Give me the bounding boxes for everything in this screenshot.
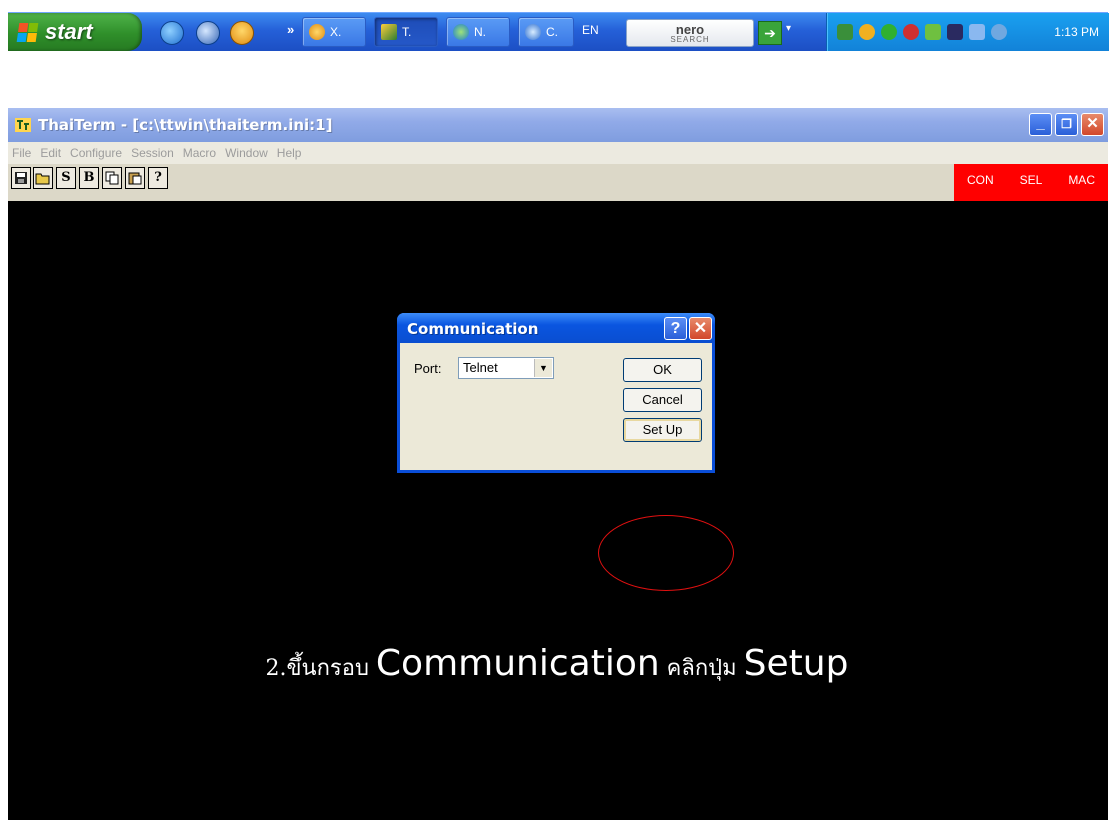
save-button[interactable] (11, 167, 31, 189)
status-mac: MAC (1068, 172, 1095, 187)
paw-icon[interactable] (230, 21, 254, 45)
port-label: Port: (414, 361, 442, 376)
status-sel: SEL (1019, 172, 1043, 187)
dialog-close-button[interactable]: ✕ (689, 317, 712, 340)
network-icon[interactable] (837, 24, 853, 40)
port-value: Telnet (463, 360, 498, 375)
clock: 1:13 PM (1054, 25, 1099, 39)
window-title: ThaiTerm - [c:\ttwin\thaiterm.ini:1] (38, 116, 333, 134)
close-button[interactable]: ✕ (1081, 113, 1104, 136)
menu-file[interactable]: File (12, 146, 31, 160)
menu-macro[interactable]: Macro (183, 146, 216, 160)
session-b-button[interactable]: B (79, 167, 99, 189)
browser-icon[interactable] (196, 21, 220, 45)
communication-dialog: Communication ? ✕ Port: Telnet ▼ OK Canc… (397, 313, 715, 473)
dialog-title: Communication (407, 320, 539, 338)
dialog-help-button[interactable]: ? (664, 317, 687, 340)
task-label: T. (402, 25, 412, 39)
search-go-button[interactable]: ➔ (758, 21, 782, 45)
nero-label: nero (675, 21, 705, 37)
chevron-down-icon[interactable]: ▼ (534, 359, 552, 377)
nero-search-box[interactable]: nero SEARCH (626, 19, 754, 47)
antivirus-icon[interactable] (903, 24, 919, 40)
thaiterm-icon (14, 116, 32, 134)
display-icon[interactable] (969, 24, 985, 40)
menu-help[interactable]: Help (277, 146, 302, 160)
task-button-n[interactable]: N. (446, 17, 510, 47)
open-folder-button[interactable] (33, 167, 53, 189)
caption-communication: Communication (375, 643, 660, 684)
system-tray: 1:13 PM (826, 13, 1109, 51)
task-label: X. (330, 25, 342, 39)
menu-configure[interactable]: Configure (70, 146, 122, 160)
paw-icon (309, 24, 325, 40)
menu-edit[interactable]: Edit (40, 146, 61, 160)
volume-icon[interactable] (947, 24, 963, 40)
task-button-x[interactable]: X. (302, 17, 366, 47)
caption-click-text: คลิกปุ่ม (659, 656, 744, 681)
globe-icon (453, 24, 469, 40)
taskbar: start » X. T. N. C. EN nero SEARCH ➔ ▾ 1… (8, 12, 1109, 51)
start-label: start (45, 19, 93, 44)
nero-search-label: SEARCH (670, 34, 710, 44)
menu-window[interactable]: Window (225, 146, 268, 160)
task-label: C. (546, 25, 558, 39)
paste-button[interactable] (125, 167, 145, 189)
instruction-caption: 2.ขึ้นกรอบ Communication คลิกปุ่ม Setup (0, 643, 1114, 685)
menu-bar: File Edit Configure Session Macro Window… (8, 142, 1108, 164)
status-con: CON (966, 172, 994, 187)
setup-button[interactable]: Set Up (623, 418, 702, 442)
port-select[interactable]: Telnet ▼ (458, 357, 554, 379)
start-button[interactable]: start (8, 13, 142, 51)
windows-logo-icon (16, 22, 39, 42)
ok-button[interactable]: OK (623, 358, 702, 382)
language-indicator[interactable]: EN (582, 23, 599, 37)
task-label: N. (474, 25, 486, 39)
chevron-down-icon[interactable]: ▾ (786, 23, 791, 34)
menu-session[interactable]: Session (131, 146, 174, 160)
quicklaunch-more-icon[interactable]: » (287, 22, 294, 37)
minimize-button[interactable]: _ (1029, 113, 1052, 136)
status-icon[interactable] (881, 24, 897, 40)
thaiterm-icon (381, 24, 397, 40)
connection-icon[interactable] (991, 24, 1007, 40)
toolbar: S B ? CON SEL MAC (8, 164, 1108, 201)
caption-setup: Setup (743, 643, 849, 684)
cancel-button[interactable]: Cancel (623, 388, 702, 412)
messenger-icon[interactable] (925, 24, 941, 40)
copy-button[interactable] (102, 167, 122, 189)
dialog-titlebar[interactable]: Communication ? ✕ (397, 313, 715, 343)
session-s-button[interactable]: S (56, 167, 76, 189)
window-titlebar[interactable]: ThaiTerm - [c:\ttwin\thaiterm.ini:1] _ ❐… (8, 108, 1108, 142)
highlight-ring (598, 515, 734, 591)
shield-icon[interactable] (859, 24, 875, 40)
status-strip: CON SEL MAC (954, 164, 1108, 201)
task-button-c[interactable]: C. (518, 17, 574, 47)
internet-explorer-icon[interactable] (160, 21, 184, 45)
help-button[interactable]: ? (148, 167, 168, 189)
maximize-button[interactable]: ❐ (1055, 113, 1078, 136)
task-button-thaiterm[interactable]: T. (374, 17, 438, 47)
ie-icon (525, 24, 541, 40)
caption-step-text: 2.ขึ้นกรอบ (265, 656, 376, 681)
